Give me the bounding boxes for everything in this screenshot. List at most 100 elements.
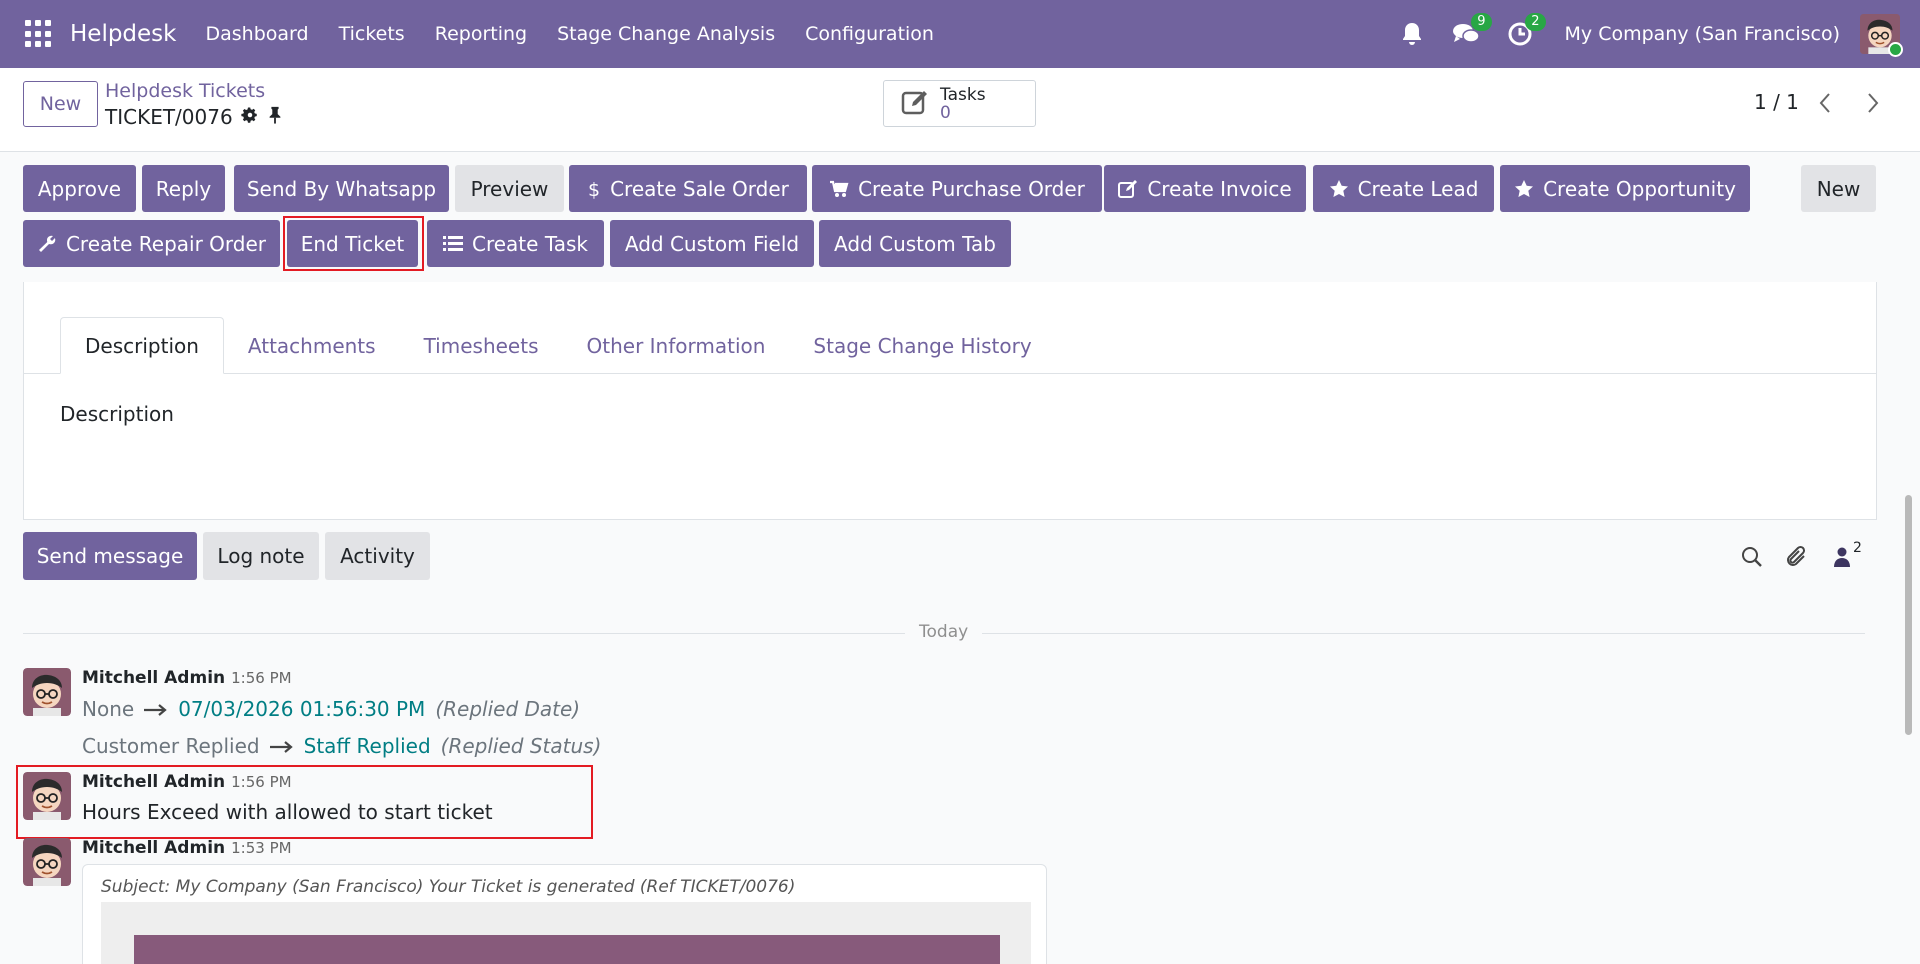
create-sale-order-button[interactable]: $ Create Sale Order [569,165,807,212]
breadcrumb-parent[interactable]: Helpdesk Tickets [105,80,265,102]
record-name: TICKET/0076 [105,105,233,129]
pager-next-icon[interactable] [1862,90,1884,116]
add-custom-field-button[interactable]: Add Custom Field [610,220,814,267]
create-task-button[interactable]: Create Task [427,220,604,267]
email-header-banner [134,935,1000,964]
messages-count-badge: 9 [1471,13,1492,31]
bell-icon[interactable] [1396,18,1428,50]
approve-button[interactable]: Approve [23,165,136,212]
online-status-dot [1888,42,1903,57]
send-whatsapp-button[interactable]: Send By Whatsapp [234,165,449,212]
company-switcher[interactable]: My Company (San Francisco) [1565,23,1840,45]
email-subject: Subject: My Company (San Francisco) Your… [101,877,796,897]
dollar-icon: $ [587,178,601,200]
pin-icon[interactable] [267,105,283,129]
create-repair-order-label: Create Repair Order [65,231,267,256]
list-icon [443,235,463,253]
tracking-value-line: Customer Replied Staff Replied (Replied … [82,734,601,758]
tab-description[interactable]: Description [60,317,224,374]
author-name[interactable]: Mitchell Admin [82,668,225,688]
create-lead-button[interactable]: Create Lead [1313,165,1494,212]
tab-attachments[interactable]: Attachments [224,317,400,374]
reply-label: Reply [155,176,212,201]
description-field-label: Description [60,402,174,426]
message-author: Mitchell Admin 1:53 PM [82,838,292,858]
top-navbar: Helpdesk Dashboard Tickets Reporting Sta… [0,0,1920,68]
create-invoice-button[interactable]: Create Invoice [1104,165,1306,212]
messages-icon[interactable]: 9 [1450,13,1492,50]
log-note-button[interactable]: Log note [203,532,319,580]
followers-count: 2 [1853,540,1862,556]
date-separator-line-left [23,633,905,634]
create-task-label: Create Task [472,231,588,256]
menu-configuration[interactable]: Configuration [790,23,949,45]
tab-timesheets[interactable]: Timesheets [400,317,563,374]
send-whatsapp-label: Send By Whatsapp [246,176,437,201]
end-ticket-highlight [283,216,424,271]
send-message-button[interactable]: Send message [23,532,197,580]
menu-tickets[interactable]: Tickets [324,23,420,45]
tracking-value-line: None 07/03/2026 01:56:30 PM (Replied Dat… [82,697,580,721]
create-purchase-order-button[interactable]: Create Purchase Order [812,165,1102,212]
reply-button[interactable]: Reply [142,165,225,212]
create-invoice-label: Create Invoice [1147,176,1292,201]
tab-stage-change-history[interactable]: Stage Change History [789,317,1055,374]
date-separator: Today [919,622,969,642]
tasks-count: 0 [940,102,951,123]
edit-square-icon [1118,179,1138,199]
preview-label: Preview [470,176,549,201]
tab-other-information[interactable]: Other Information [563,317,790,374]
edit-square-icon [900,87,930,121]
tracking-field-name: (Replied Status) [440,734,602,758]
email-message-card: Subject: My Company (San Francisco) Your… [82,864,1047,964]
create-sale-order-label: Create Sale Order [610,176,789,201]
star-icon [1514,179,1534,199]
create-repair-order-button[interactable]: Create Repair Order [23,220,280,267]
menu-dashboard[interactable]: Dashboard [191,23,324,45]
approve-label: Approve [37,176,122,201]
gear-icon[interactable] [241,105,259,129]
create-purchase-order-label: Create Purchase Order [858,176,1085,201]
activity-clock-icon[interactable]: 2 [1504,13,1546,50]
user-avatar[interactable] [1860,14,1903,57]
tracking-old-value: None [82,697,135,721]
arrow-right-icon [269,734,294,758]
arrow-right-icon [144,697,168,721]
svg-text:$: $ [588,179,600,200]
date-separator-line-right [982,633,1865,634]
app-grid-icon[interactable] [25,20,53,48]
menu-reporting[interactable]: Reporting [420,23,542,45]
avatar[interactable] [23,668,71,716]
message-time: 1:53 PM [231,839,292,857]
activities-count-badge: 2 [1525,13,1546,31]
tasks-smart-button[interactable]: Tasks 0 [883,80,1036,127]
app-name[interactable]: Helpdesk [70,21,177,47]
create-opportunity-label: Create Opportunity [1543,176,1736,201]
control-panel: New Helpdesk Tickets TICKET/0076 Tasks 0… [0,68,1920,152]
star-icon [1329,179,1349,199]
email-body-preview [101,902,1031,964]
wrench-icon [37,234,57,254]
shopping-cart-icon [829,180,849,198]
pager-value[interactable]: 1 / 1 [1754,90,1799,114]
activity-button[interactable]: Activity [325,532,430,580]
create-lead-label: Create Lead [1357,176,1479,201]
avatar[interactable] [23,838,71,886]
new-record-button[interactable]: New [23,81,98,127]
paperclip-icon[interactable] [1782,542,1812,572]
new-button[interactable]: New [1801,165,1876,212]
tracking-field-name: (Replied Date) [435,697,581,721]
author-name[interactable]: Mitchell Admin [82,838,225,858]
create-opportunity-button[interactable]: Create Opportunity [1500,165,1750,212]
notebook-tabs: Description Attachments Timesheets Other… [60,317,1056,374]
menu-stage-change-analysis[interactable]: Stage Change Analysis [542,23,790,45]
pager-previous-icon[interactable] [1814,90,1836,116]
add-custom-tab-button[interactable]: Add Custom Tab [819,220,1011,267]
new-label: New [1816,176,1861,201]
search-icon[interactable] [1737,542,1767,572]
tracking-old-value: Customer Replied [82,734,260,758]
preview-button[interactable]: Preview [455,165,564,212]
tracking-new-value: 07/03/2026 01:56:30 PM [178,697,426,721]
scrollbar-thumb[interactable] [1905,495,1912,735]
breadcrumb-current: TICKET/0076 [105,105,283,129]
